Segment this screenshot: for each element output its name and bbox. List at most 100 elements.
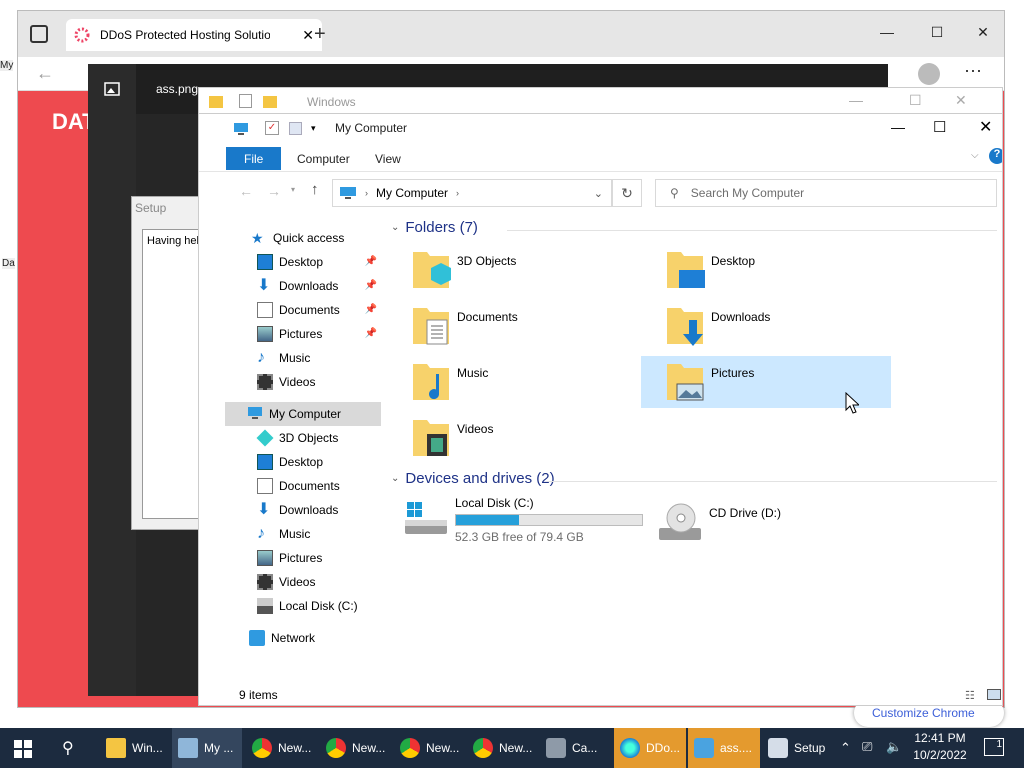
nav-item[interactable]: Pictures <box>199 546 381 570</box>
nav-item[interactable]: ♪ Music <box>199 346 381 370</box>
nav-item[interactable]: Local Disk (C:) <box>199 594 381 618</box>
customize-quick-access-icon[interactable]: ▾ <box>311 123 316 134</box>
taskbar-item[interactable]: New... <box>467 728 539 768</box>
nav-quick-access[interactable]: ★ Quick access <box>199 226 381 250</box>
folder-item[interactable]: Videos <box>397 416 647 468</box>
nav-item[interactable]: Desktop 📌 <box>199 250 381 274</box>
search-input[interactable]: ⚲ Search My Computer <box>655 179 997 207</box>
nav-item[interactable]: ⬇ Downloads 📌 <box>199 274 381 298</box>
address-dropdown-icon[interactable]: ⌄ <box>594 187 603 200</box>
pin-icon[interactable]: 📌 <box>365 328 377 339</box>
profile-avatar[interactable] <box>918 63 940 85</box>
more-options-icon[interactable]: ⋯ <box>964 61 982 82</box>
volume-icon[interactable]: 🔈 <box>886 739 902 755</box>
back-icon[interactable]: ← <box>36 63 54 84</box>
taskbar-item[interactable]: New... <box>320 728 392 768</box>
tab-file[interactable]: File <box>226 147 282 170</box>
address-box[interactable]: › My Computer › ⌄ <box>332 179 612 207</box>
properties-icon[interactable]: ✓ <box>265 121 279 135</box>
taskbar-item[interactable]: New... <box>394 728 466 768</box>
documents-folder-icon <box>413 308 449 345</box>
refresh-icon[interactable]: ↻ <box>612 179 642 207</box>
taskbar-item[interactable]: New... <box>246 728 318 768</box>
recent-locations-icon[interactable]: ▾ <box>291 185 295 194</box>
folder-item[interactable]: Desktop <box>651 248 901 300</box>
maximize-icon[interactable]: ☐ <box>933 118 946 136</box>
mouse-cursor-icon <box>845 392 859 414</box>
drive-item-cd[interactable]: CD Drive (D:) <box>657 500 781 552</box>
nav-item[interactable]: Documents <box>199 474 381 498</box>
expand-ribbon-icon[interactable]: ⌵ <box>971 150 979 161</box>
taskbar-item[interactable]: ass.... <box>688 728 760 768</box>
new-tab-icon[interactable]: + <box>314 23 326 46</box>
maximize-icon[interactable]: ☐ <box>909 92 922 109</box>
details-view-icon[interactable]: ☷ <box>965 689 975 702</box>
minimize-icon[interactable]: — <box>864 17 910 47</box>
close-icon[interactable]: ✕ <box>955 92 967 109</box>
nav-item[interactable]: 3D Objects <box>199 426 381 450</box>
computer-icon <box>234 123 248 135</box>
back-icon[interactable]: ← <box>239 183 253 199</box>
up-icon[interactable]: ↑ <box>311 181 319 198</box>
local-disk-icon <box>405 502 447 534</box>
large-icons-view-icon[interactable] <box>987 689 1001 700</box>
photos-icon <box>694 738 714 758</box>
nav-item[interactable]: Videos <box>199 570 381 594</box>
close-icon[interactable]: ✕ <box>960 17 1006 47</box>
nav-item[interactable]: ♪ Music <box>199 522 381 546</box>
taskbar-item[interactable]: My ... <box>172 728 242 768</box>
photo-file-name: ass.png <box>156 82 199 96</box>
search-icon[interactable]: ⚲ <box>62 738 74 758</box>
content-pane: ⌄ Folders (7) 3D Objects Desktop Document… <box>387 214 1002 684</box>
folders-group-header[interactable]: ⌄ Folders (7) <box>391 219 478 236</box>
nav-network[interactable]: Network <box>199 626 381 650</box>
maximize-icon[interactable]: ☐ <box>914 17 960 47</box>
minimize-icon[interactable]: — <box>849 92 863 108</box>
tab-computer[interactable]: Computer <box>283 147 364 170</box>
folder-item[interactable]: Documents <box>397 304 647 356</box>
ribbon: File Computer View ⌵ ? <box>199 144 1002 172</box>
forward-icon[interactable]: → <box>267 183 281 199</box>
windows-start-icon[interactable] <box>14 740 32 758</box>
nav-item[interactable]: Desktop <box>199 450 381 474</box>
image-icon <box>104 82 120 96</box>
desktop-icon-label[interactable]: My <box>0 60 14 71</box>
close-tab-icon[interactable]: ✕ <box>302 27 314 44</box>
star-icon: ★ <box>251 230 264 246</box>
nav-item[interactable]: Videos <box>199 370 381 394</box>
new-folder-icon[interactable] <box>263 96 277 108</box>
close-icon[interactable]: ✕ <box>979 117 992 137</box>
devices-group-header[interactable]: ⌄ Devices and drives (2) <box>391 470 555 487</box>
drive-item-local-disk[interactable]: Local Disk (C:) 52.3 GB free of 79.4 GB <box>403 496 643 548</box>
taskbar-item[interactable]: Win... <box>100 728 170 768</box>
notifications-icon[interactable]: 1 <box>984 738 1004 756</box>
desktop-icon-label[interactable]: Da <box>2 258 15 269</box>
nav-item[interactable]: Pictures 📌 <box>199 322 381 346</box>
folder-item[interactable]: Music <box>397 360 647 412</box>
minimize-icon[interactable]: — <box>891 119 905 135</box>
folder-item[interactable]: 3D Objects <box>397 248 647 300</box>
nav-my-computer[interactable]: My Computer <box>225 402 381 426</box>
pin-icon[interactable]: 📌 <box>365 256 377 267</box>
tab-view[interactable]: View <box>361 147 415 170</box>
taskbar-item[interactable]: Ca... <box>540 728 612 768</box>
nav-item[interactable]: Documents 📌 <box>199 298 381 322</box>
nav-item[interactable]: ⬇ Downloads <box>199 498 381 522</box>
3d-objects-icon <box>256 429 274 447</box>
browser-tab[interactable]: DDoS Protected Hosting Solution ✕ <box>66 19 322 51</box>
item-count: 9 items <box>239 688 278 702</box>
tab-actions-icon[interactable] <box>30 25 48 43</box>
videos-icon <box>257 574 273 590</box>
videos-folder-icon <box>413 420 449 456</box>
pin-icon[interactable]: 📌 <box>365 280 377 291</box>
taskbar-item[interactable]: DDo... <box>614 728 686 768</box>
pin-icon[interactable]: 📌 <box>365 304 377 315</box>
taskbar-item[interactable]: Setup <box>762 728 834 768</box>
help-icon[interactable]: ? <box>989 148 1002 164</box>
network-status-icon[interactable]: ⎚ <box>862 739 872 755</box>
show-hidden-icons-icon[interactable]: ⌃ <box>840 740 851 756</box>
properties-icon[interactable] <box>239 94 252 108</box>
new-item-icon[interactable] <box>289 122 302 135</box>
clock[interactable]: 12:41 PM 10/2/2022 <box>912 731 968 762</box>
folder-item[interactable]: Downloads <box>651 304 901 356</box>
